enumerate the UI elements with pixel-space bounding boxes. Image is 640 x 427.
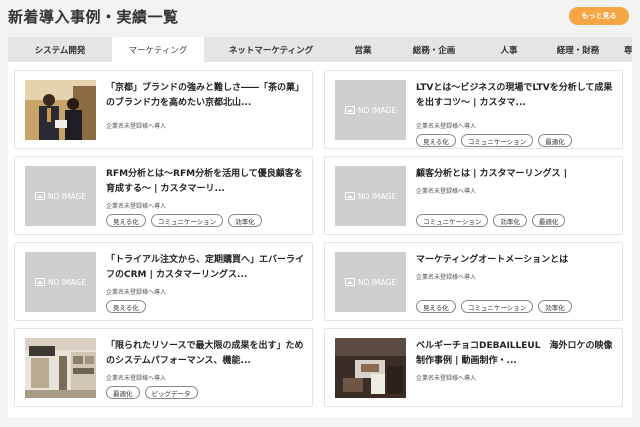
tag[interactable]: 最適化 xyxy=(538,134,572,147)
tab-hr[interactable]: 人事 xyxy=(480,37,538,62)
case-title[interactable]: ベルギーチョコDEBAILLEUL 海外ロケの映像制作事例 | 動画制作・... xyxy=(416,339,616,369)
no-image-label: NO IMAGE xyxy=(357,277,397,287)
image-icon xyxy=(344,278,355,286)
no-image-label: NO IMAGE xyxy=(357,191,397,201)
case-title[interactable]: マーケティングオートメーションとは xyxy=(416,253,616,268)
tag[interactable]: 効率化 xyxy=(493,214,527,227)
case-title[interactable]: LTVとは〜ビジネスの現場でLTVを分析して成果を出すコツ〜 | カスタマ... xyxy=(416,81,616,111)
page-title: 新着導入事例・実績一覧 xyxy=(8,8,179,26)
tag-list: 見える化 コミュニケーション 効率化 xyxy=(106,214,262,227)
more-button[interactable]: もっと見る xyxy=(569,7,629,25)
tab-accounting[interactable]: 経理・財務 xyxy=(538,37,618,62)
tag[interactable]: 効率化 xyxy=(228,214,262,227)
case-company: 企業名未登録様へ導入 xyxy=(106,203,167,210)
case-title[interactable]: 「京都」ブランドの強みと難しさ――「茶の菓」のブランド力を高めたい京都北山... xyxy=(106,81,306,111)
tag[interactable]: 見える化 xyxy=(416,300,456,313)
case-thumbnail-photo xyxy=(25,80,96,140)
case-company: 企業名未登録様へ導入 xyxy=(416,274,477,281)
tag[interactable]: コミュニケーション xyxy=(416,214,489,227)
image-icon xyxy=(34,192,45,200)
case-title[interactable]: 「トライアル注文から、定期購買へ」エバーライフのCRM | カスタマーリングス.… xyxy=(106,253,306,283)
tag[interactable]: 効率化 xyxy=(538,300,572,313)
tag[interactable]: コミュニケーション xyxy=(150,214,224,227)
no-image-placeholder: NO IMAGE xyxy=(335,252,406,312)
tag[interactable]: 最適化 xyxy=(106,386,140,399)
no-image-placeholder: NO IMAGE xyxy=(335,80,406,140)
category-tabs: システム開発 マーケティング ネットマーケティング 営業 総務・企画 人事 経理… xyxy=(8,37,632,62)
no-image-placeholder: NO IMAGE xyxy=(25,166,96,226)
case-card[interactable]: 「限られたリソースで最大限の成果を出す」ためのシステムパフォーマンス、機能...… xyxy=(14,328,313,407)
tab-specialist[interactable]: 専門 xyxy=(618,37,632,62)
case-list-panel: 「京都」ブランドの強みと難しさ――「茶の菓」のブランド力を高めたい京都北山...… xyxy=(8,62,632,418)
tag[interactable]: 最適化 xyxy=(531,214,566,227)
case-company: 企業名未登録様へ導入 xyxy=(416,123,477,130)
tab-system-development[interactable]: システム開発 xyxy=(8,37,112,62)
tag[interactable]: 見える化 xyxy=(416,134,456,147)
case-company: 企業名未登録様へ導入 xyxy=(106,123,167,130)
image-icon xyxy=(344,192,355,200)
tag[interactable]: ビッグデータ xyxy=(144,386,198,399)
no-image-label: NO IMAGE xyxy=(357,105,397,115)
tab-marketing[interactable]: マーケティング xyxy=(112,37,204,62)
image-icon xyxy=(34,278,45,286)
case-company: 企業名未登録様へ導入 xyxy=(416,188,477,195)
image-icon xyxy=(344,106,355,114)
tag[interactable]: 見える化 xyxy=(106,214,146,227)
tag-list: 見える化 コミュニケーション 効率化 xyxy=(416,300,572,313)
case-title[interactable]: 顧客分析とは | カスタマーリングス | xyxy=(416,167,616,182)
tag[interactable]: コミュニケーション xyxy=(460,134,534,147)
case-card[interactable]: ベルギーチョコDEBAILLEUL 海外ロケの映像制作事例 | 動画制作・...… xyxy=(324,328,623,407)
tag-list: 見える化 xyxy=(106,300,146,313)
case-thumbnail-photo xyxy=(335,338,406,398)
tag[interactable]: 見える化 xyxy=(106,300,146,313)
no-image-placeholder: NO IMAGE xyxy=(25,252,96,312)
no-image-label: NO IMAGE xyxy=(47,277,87,287)
tag-list: コミュニケーション 効率化 最適化 xyxy=(416,214,566,227)
case-card[interactable]: NO IMAGE RFM分析とは〜RFM分析を活用して優良顧客を育成する〜 | … xyxy=(14,156,313,235)
tag[interactable]: コミュニケーション xyxy=(460,300,534,313)
tag-list: 最適化 ビッグデータ xyxy=(106,386,198,399)
no-image-label: NO IMAGE xyxy=(47,191,87,201)
tab-general-affairs[interactable]: 総務・企画 xyxy=(388,37,480,62)
case-card[interactable]: NO IMAGE 「トライアル注文から、定期購買へ」エバーライフのCRM | カ… xyxy=(14,242,313,321)
case-company: 企業名未登録様へ導入 xyxy=(106,289,167,296)
tag-list: 見える化 コミュニケーション 最適化 xyxy=(416,134,572,147)
case-card[interactable]: NO IMAGE マーケティングオートメーションとは 企業名未登録様へ導入 見え… xyxy=(324,242,623,321)
no-image-placeholder: NO IMAGE xyxy=(335,166,406,226)
tab-sales[interactable]: 営業 xyxy=(338,37,388,62)
case-title[interactable]: RFM分析とは〜RFM分析を活用して優良顧客を育成する〜 | カスタマーリ... xyxy=(106,167,306,197)
case-card[interactable]: NO IMAGE 顧客分析とは | カスタマーリングス | 企業名未登録様へ導入… xyxy=(324,156,623,235)
case-company: 企業名未登録様へ導入 xyxy=(106,375,167,382)
case-thumbnail-photo xyxy=(25,338,96,398)
case-title[interactable]: 「限られたリソースで最大限の成果を出す」ためのシステムパフォーマンス、機能... xyxy=(106,339,306,369)
case-company: 企業名未登録様へ導入 xyxy=(416,375,477,382)
case-card[interactable]: 「京都」ブランドの強みと難しさ――「茶の菓」のブランド力を高めたい京都北山...… xyxy=(14,70,313,149)
case-card[interactable]: NO IMAGE LTVとは〜ビジネスの現場でLTVを分析して成果を出すコツ〜 … xyxy=(324,70,623,149)
tab-net-marketing[interactable]: ネットマーケティング xyxy=(204,37,338,62)
